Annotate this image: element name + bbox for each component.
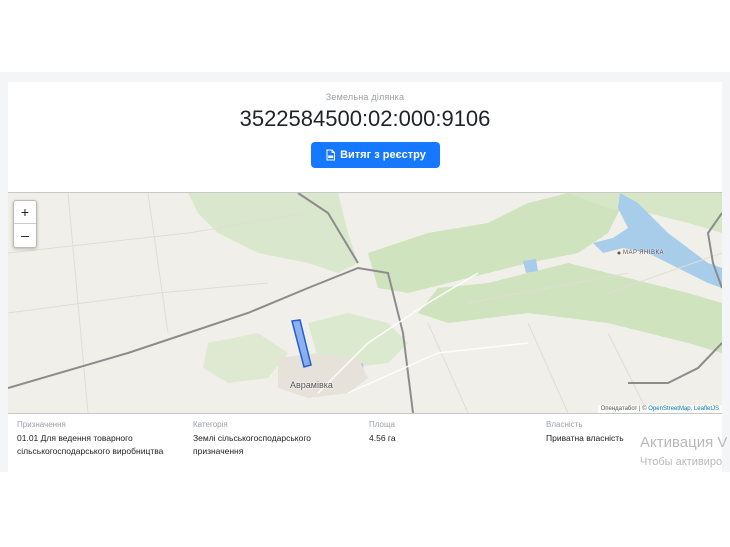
purpose-value: 01.01 Для ведення товарного сільськогосп… bbox=[17, 433, 164, 456]
ownership-value: Приватна власність bbox=[546, 433, 624, 443]
activation-watermark: Активация V bbox=[640, 434, 728, 451]
detail-category: Категорія Землі сільськогосподарського п… bbox=[193, 420, 343, 458]
zoom-in-button[interactable]: + bbox=[14, 201, 36, 224]
area-value: 4.56 га bbox=[369, 433, 396, 443]
village-label: Аврамівка bbox=[290, 380, 333, 390]
parcel-details: Призначення 01.01 Для ведення товарного … bbox=[8, 420, 722, 472]
category-value: Землі сільськогосподарського призначення bbox=[193, 433, 311, 456]
attribution-prefix: Опендатабот | © bbox=[600, 406, 649, 412]
extract-button-label: Витяг з реєстру bbox=[340, 149, 426, 161]
map-view[interactable]: Аврамівка МАР'ЯНІВКА + – Опендатабот | ©… bbox=[8, 192, 722, 414]
activation-watermark-hint: Чтобы активиро bbox=[640, 456, 723, 468]
cadastral-number: 3522584500:02:000:9106 bbox=[239, 106, 491, 131]
village-marker bbox=[617, 251, 621, 255]
village-label-2: МАР'ЯНІВКА bbox=[623, 250, 664, 256]
zoom-control: + – bbox=[13, 200, 37, 248]
area-label: Площа bbox=[369, 420, 395, 429]
map-canvas bbox=[8, 193, 722, 413]
parcel-card: Земельна ділянка 3522584500:02:000:9106 … bbox=[8, 82, 722, 472]
map-attribution: Опендатабот | © OpenStreetMap, LeafletJS bbox=[597, 405, 722, 413]
ownership-label: Власність bbox=[546, 420, 583, 429]
attribution-links[interactable]: OpenStreetMap, LeafletJS bbox=[648, 406, 719, 412]
pdf-file-icon bbox=[325, 149, 336, 161]
page-subtitle: Земельна ділянка bbox=[325, 92, 405, 102]
purpose-label: Призначення bbox=[17, 420, 66, 429]
category-label: Категорія bbox=[193, 420, 228, 429]
zoom-out-button[interactable]: – bbox=[14, 224, 36, 246]
extract-button[interactable]: Витяг з реєстру bbox=[311, 142, 440, 168]
detail-area: Площа 4.56 га bbox=[369, 420, 489, 445]
detail-ownership: Власність Приватна власність bbox=[546, 420, 646, 445]
detail-purpose: Призначення 01.01 Для ведення товарного … bbox=[17, 420, 182, 458]
